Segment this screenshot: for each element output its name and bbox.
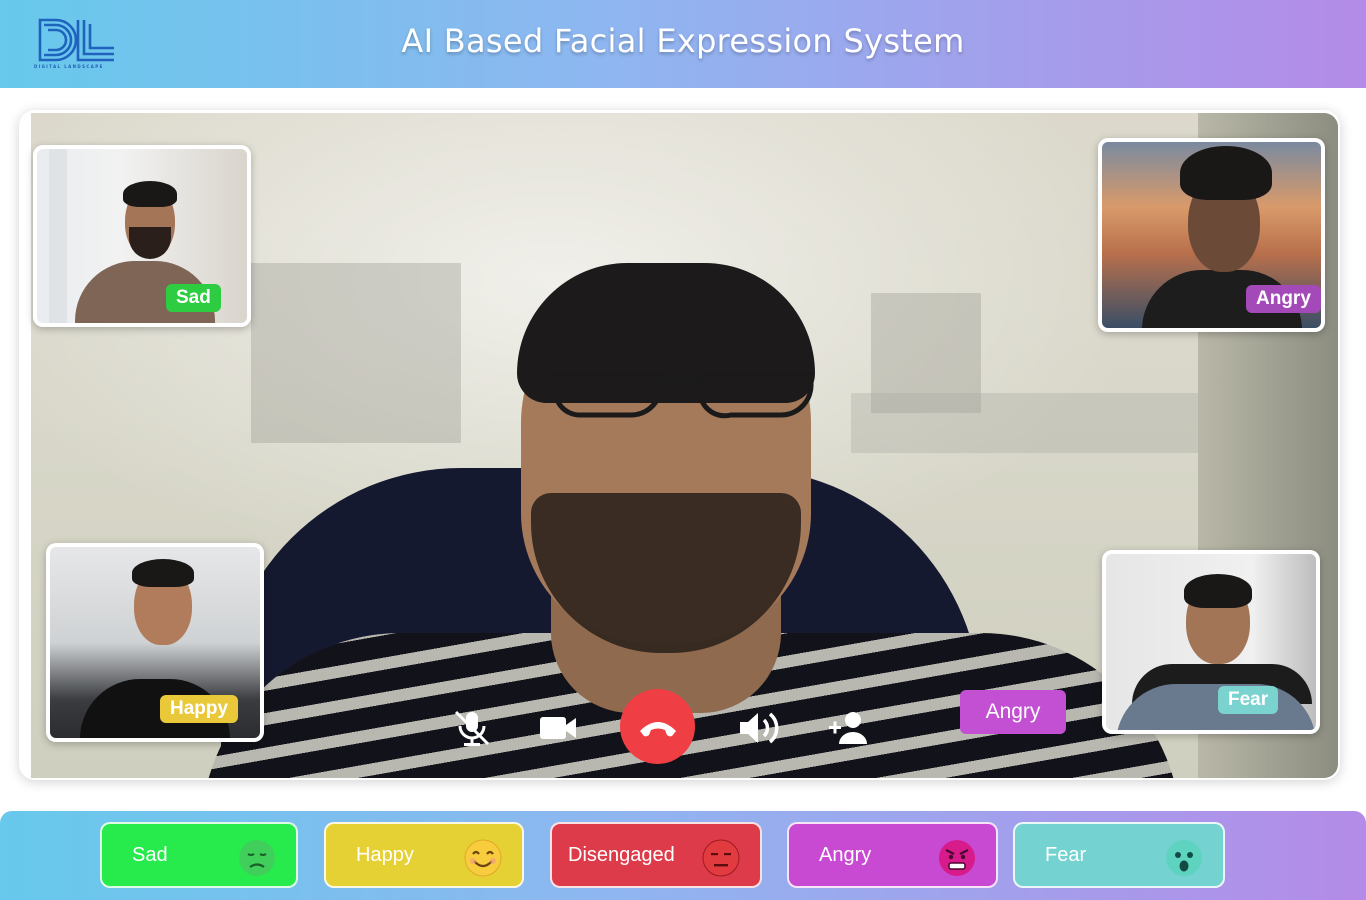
sad-face-icon — [239, 840, 275, 876]
legend-card-happy: Happy — [324, 822, 524, 888]
participant-emotion-tag: Fear — [1218, 686, 1279, 714]
fearful-face-icon — [1166, 840, 1202, 876]
smiling-face-icon — [464, 839, 502, 877]
mic-muted-icon[interactable] — [449, 705, 495, 751]
legend-card-angry: Angry — [787, 822, 998, 888]
logo-subtext: DIGITAL LANDSCAPE — [34, 64, 104, 69]
legend-label: Disengaged — [568, 843, 675, 866]
call-controls — [445, 685, 885, 765]
participant-emotion-tag: Angry — [1246, 285, 1321, 313]
legend-card-fear: Fear — [1013, 822, 1225, 888]
neutral-face-icon — [702, 839, 740, 877]
page-title: AI Based Facial Expression System — [401, 22, 965, 60]
app-header: DIGITAL LANDSCAPE AI Based Facial Expres… — [0, 0, 1366, 88]
participant-tile-bottom-right[interactable]: Fear — [1102, 550, 1320, 734]
glasses — [552, 372, 814, 419]
participant-tile-top-left[interactable]: Sad — [33, 145, 251, 327]
participant-tile-top-right[interactable]: Angry — [1098, 138, 1325, 332]
phone-hangup-icon — [639, 721, 676, 736]
end-call-button[interactable] — [620, 689, 695, 764]
video-camera-icon[interactable] — [535, 705, 581, 751]
legend-label: Sad — [132, 843, 168, 866]
legend-label: Happy — [356, 843, 414, 866]
legend-label: Angry — [819, 843, 872, 866]
participant-tile-bottom-left[interactable]: Happy — [46, 543, 264, 742]
legend-card-disengaged: Disengaged — [550, 822, 762, 888]
add-person-icon[interactable] — [825, 705, 873, 751]
legend-label: Fear — [1045, 843, 1087, 866]
legend-card-sad: Sad — [100, 822, 298, 888]
participant-emotion-tag: Happy — [160, 695, 239, 723]
speaker-volume-icon[interactable] — [735, 705, 785, 751]
angry-face-icon — [939, 840, 975, 876]
main-speaker-emotion-tag: Angry — [960, 690, 1066, 734]
participant-emotion-tag: Sad — [166, 284, 221, 312]
